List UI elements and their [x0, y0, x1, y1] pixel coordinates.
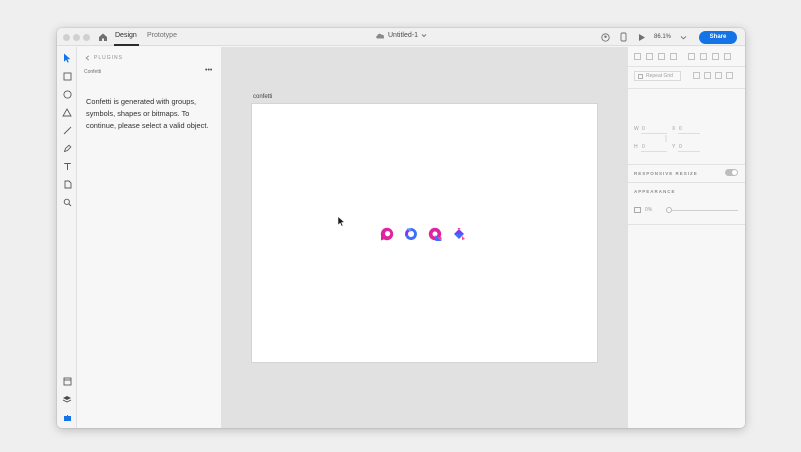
close-window-button[interactable]: [63, 34, 70, 41]
design-canvas[interactable]: confetti: [222, 47, 627, 428]
divider: [628, 164, 745, 165]
responsive-resize-label: RESPONSIVE RESIZE: [634, 171, 698, 176]
pen-tool-icon[interactable]: [61, 142, 73, 154]
title-bar-actions: 86.1% Share: [601, 30, 737, 44]
plugin-name: Confetti: [84, 69, 102, 75]
x-field[interactable]: 0: [679, 126, 682, 132]
title-bar: Design Prototype Untitled-1 86.1% Share: [57, 28, 745, 46]
document-title[interactable]: Untitled-1: [375, 32, 427, 39]
width-field[interactable]: 0: [642, 126, 645, 132]
x-label: X: [672, 126, 676, 132]
minimize-window-button[interactable]: [73, 34, 80, 41]
align-left-icon[interactable]: [634, 53, 641, 60]
zoom-dropdown-chevron-icon[interactable]: [680, 35, 687, 40]
opacity-value[interactable]: 0%: [645, 207, 652, 213]
y-field[interactable]: 0: [679, 144, 682, 150]
distribute-vertical-icon[interactable]: [724, 53, 731, 60]
triangle-tool-icon[interactable]: [61, 106, 73, 118]
distribute-horizontal-icon[interactable]: [670, 53, 677, 60]
opacity-slider-thumb[interactable]: [666, 207, 672, 213]
artboard-label[interactable]: confetti: [253, 94, 272, 100]
height-field-underline: [641, 151, 667, 152]
play-icon[interactable]: [637, 33, 646, 42]
assets-icon[interactable]: [61, 375, 73, 387]
zoom-tool-icon[interactable]: [61, 196, 73, 208]
opacity-slider-track[interactable]: [668, 210, 738, 211]
intersect-boolean-icon[interactable]: [715, 72, 722, 79]
artboard-tool-icon[interactable]: [61, 178, 73, 190]
chevron-left-icon: [85, 55, 90, 61]
layers-icon[interactable]: [61, 393, 73, 405]
zoom-window-button[interactable]: [83, 34, 90, 41]
tab-design[interactable]: Design: [115, 32, 137, 39]
confetti-shape-2[interactable]: [403, 226, 419, 242]
align-buttons: [634, 53, 731, 63]
align-right-icon[interactable]: [658, 53, 665, 60]
repeat-grid-button[interactable]: Repeat Grid: [634, 71, 681, 81]
document-title-text: Untitled-1: [388, 32, 418, 39]
align-center-icon[interactable]: [646, 53, 653, 60]
mobile-preview-icon[interactable]: [619, 32, 628, 42]
line-tool-icon[interactable]: [61, 124, 73, 136]
align-top-icon[interactable]: [688, 53, 695, 60]
confetti-shape-3[interactable]: [427, 226, 443, 242]
divider: [628, 88, 745, 89]
add-boolean-icon[interactable]: [693, 72, 700, 79]
divider: [628, 224, 745, 225]
y-label: Y: [672, 144, 676, 150]
align-middle-icon[interactable]: [700, 53, 707, 60]
zoom-level[interactable]: 86.1%: [654, 34, 671, 40]
divider: [628, 66, 745, 67]
confetti-shape-4[interactable]: [451, 226, 467, 242]
plugins-panel: PLUGINS Confetti ••• Confetti is generat…: [77, 47, 222, 428]
plugins-header-label: PLUGINS: [94, 55, 123, 61]
align-bottom-icon[interactable]: [712, 53, 719, 60]
height-field[interactable]: 0: [642, 144, 645, 150]
text-tool-icon[interactable]: [61, 160, 73, 172]
active-tab-indicator: [114, 44, 139, 46]
app-window: Design Prototype Untitled-1 86.1% Share …: [57, 28, 745, 428]
cloud-icon: [376, 33, 385, 39]
chevron-down-icon: [421, 34, 427, 38]
rectangle-tool-icon[interactable]: [61, 70, 73, 82]
lock-aspect-icon[interactable]: [663, 134, 669, 143]
more-options-icon[interactable]: •••: [205, 67, 212, 74]
property-inspector: Repeat Grid W 0 X 0 H 0 Y 0 RESPONSIVE R…: [627, 47, 745, 428]
repeat-grid-label: Repeat Grid: [646, 73, 673, 79]
y-field-underline: [678, 151, 700, 152]
boolean-operations: [693, 72, 733, 79]
plugin-message: Confetti is generated with groups, symbo…: [86, 97, 209, 130]
width-label: W: [634, 126, 639, 132]
select-tool-icon[interactable]: [61, 52, 73, 64]
exclude-boolean-icon[interactable]: [726, 72, 733, 79]
share-button[interactable]: Share: [699, 30, 737, 44]
confetti-shape-1[interactable]: [379, 226, 395, 242]
artboard[interactable]: [252, 104, 597, 362]
responsive-resize-toggle[interactable]: [725, 169, 738, 176]
home-icon[interactable]: [97, 31, 109, 43]
height-label: H: [634, 144, 638, 150]
ellipse-tool-icon[interactable]: [61, 88, 73, 100]
appearance-label: APPEARANCE: [634, 189, 676, 194]
repeat-grid-icon: [638, 73, 643, 79]
tool-bar: [57, 47, 77, 428]
user-icon[interactable]: [601, 32, 610, 42]
tab-prototype[interactable]: Prototype: [147, 32, 177, 39]
x-field-underline: [678, 133, 700, 134]
opacity-icon: [634, 207, 641, 213]
divider: [628, 182, 745, 183]
subtract-boolean-icon[interactable]: [704, 72, 711, 79]
mouse-cursor-icon: [337, 216, 345, 227]
plugins-back-link[interactable]: PLUGINS: [85, 55, 123, 61]
plugins-icon[interactable]: [61, 411, 73, 423]
toggle-knob: [732, 170, 737, 175]
